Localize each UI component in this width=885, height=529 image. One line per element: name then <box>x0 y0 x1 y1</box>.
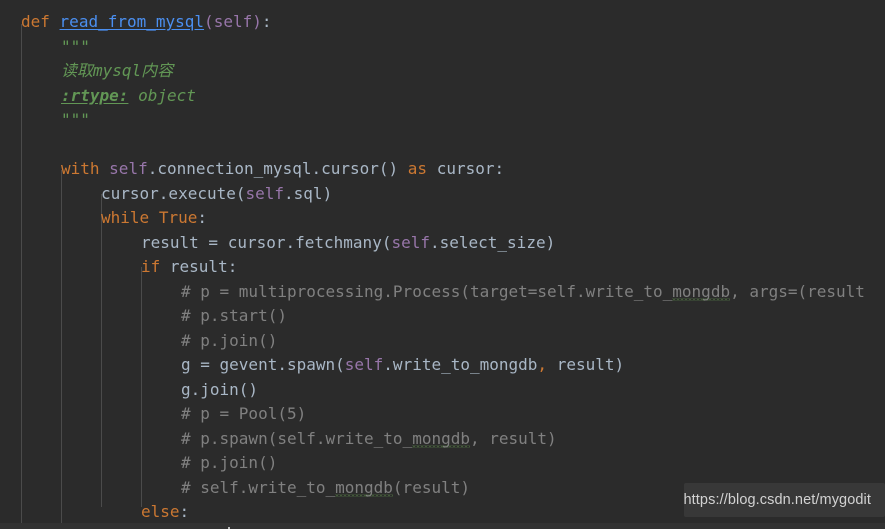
code-token-punc: ( <box>204 12 214 31</box>
code-token-plain: .write_to_mongdb <box>383 355 538 374</box>
code-token-doc: 读取mysql内容 <box>61 61 174 80</box>
code-token-cmt: mongdb <box>672 281 731 301</box>
code-token-plain: : <box>197 208 207 227</box>
code-line[interactable]: """ <box>61 108 90 133</box>
watermark-bar: https://blog.csdn.net/mygodit <box>683 483 885 517</box>
code-token-plain: .select_size) <box>429 232 556 252</box>
code-token-cmt: , args=(result <box>730 281 865 301</box>
code-token-doc: """ <box>61 110 90 129</box>
code-token-self: self <box>109 159 148 178</box>
code-line[interactable]: # p = Pool(5) <box>181 402 306 427</box>
code-line[interactable]: # p.join() <box>181 451 277 476</box>
code-token-kw: with <box>61 159 100 178</box>
code-token-kw: def <box>21 12 50 31</box>
code-line[interactable]: g = gevent.spawn(self.write_to_mongdb, r… <box>181 353 624 378</box>
code-line[interactable]: 读取mysql内容 <box>61 59 173 84</box>
code-token-self: self <box>344 355 384 374</box>
code-token-plain: result = cursor.fetchmany( <box>141 232 392 252</box>
code-token-cmt: # p = multiprocessing.Process(target=sel… <box>181 281 673 301</box>
code-token-kw: if <box>141 257 161 276</box>
indent-guide-0 <box>21 24 22 529</box>
code-token-plain: : <box>261 12 272 31</box>
code-token-self: self <box>391 232 430 252</box>
code-token-doctag: :rtype: <box>61 85 129 105</box>
code-token-fn: read_from_mysql <box>59 12 205 31</box>
code-token-plain: : <box>179 502 190 521</box>
code-line[interactable]: if result: <box>141 255 237 280</box>
code-token-plain: result: <box>160 257 238 276</box>
code-token-kw: else <box>141 502 180 521</box>
code-line[interactable]: # p.start() <box>181 304 287 329</box>
code-token-cmt: mongdb <box>335 477 393 497</box>
code-token-plain: result) <box>547 355 625 374</box>
code-token-cmt: # self.write_to_ <box>181 477 336 497</box>
indent-guide-2 <box>101 194 102 507</box>
code-line[interactable]: g.join() <box>181 378 258 403</box>
code-line[interactable]: with self.connection_mysql.cursor() as c… <box>61 157 504 182</box>
code-token-cmt: (result) <box>392 477 470 497</box>
code-token-doc: """ <box>61 36 90 56</box>
code-token-comma: , <box>537 355 548 374</box>
code-line[interactable]: else: <box>141 500 189 525</box>
code-token-kw: True <box>158 208 198 227</box>
code-editor[interactable]: def read_from_mysql(self): """ 读取mysql内容:r… <box>0 0 885 529</box>
code-token-cmt: , result) <box>469 428 557 448</box>
code-token-cmt: # p.join() <box>181 453 278 472</box>
current-line-highlight <box>0 522 885 529</box>
code-token-self: self <box>245 183 285 203</box>
code-token-plain: .connection_mysql.cursor() <box>147 159 408 178</box>
code-token-cmt: # p.join() <box>181 330 278 350</box>
code-line[interactable]: result = cursor.fetchmany(self.select_si… <box>141 231 555 256</box>
code-line[interactable]: # p.join() <box>181 329 277 354</box>
code-token-punc: ) <box>252 12 262 31</box>
code-token-plain: .sql) <box>284 183 333 203</box>
code-line[interactable]: # p.spawn(self.write_to_mongdb, result) <box>181 427 557 452</box>
code-token-cmt: mongdb <box>412 428 470 448</box>
code-line[interactable]: :rtype: object <box>61 84 196 109</box>
code-token-plain: cursor: <box>427 159 505 178</box>
code-token-kw: as <box>407 159 428 178</box>
code-token-cmt: # p.spawn(self.write_to_ <box>181 428 413 448</box>
watermark-url: https://blog.csdn.net/mygodit <box>683 491 871 508</box>
indent-guide-1 <box>61 170 62 529</box>
code-line[interactable]: cursor.execute(self.sql) <box>101 182 332 207</box>
code-line[interactable]: # p = multiprocessing.Process(target=sel… <box>181 280 865 305</box>
code-token-self: self <box>213 12 253 31</box>
code-line[interactable]: while True: <box>101 206 207 231</box>
code-line[interactable]: """ <box>61 35 90 60</box>
code-token-plain: g = gevent.spawn( <box>181 355 345 374</box>
code-token-cmt: # p.start() <box>181 306 287 325</box>
code-line[interactable]: break <box>181 525 231 529</box>
indent-guide-3 <box>141 267 142 507</box>
code-token-doc: object <box>128 85 196 105</box>
code-token-plain: g.join() <box>181 379 259 399</box>
code-token-plain: cursor.execute( <box>101 183 246 203</box>
code-line[interactable]: # self.write_to_mongdb(result) <box>181 476 470 501</box>
code-token-cmt: # p = Pool(5) <box>181 404 307 423</box>
code-token-kw: while <box>101 208 150 227</box>
code-line[interactable]: def read_from_mysql(self): <box>21 10 272 35</box>
